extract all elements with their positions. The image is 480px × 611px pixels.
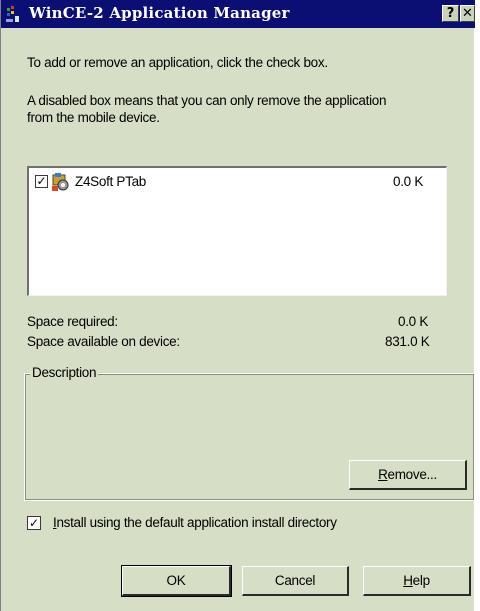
disabled-box-note-line1: A disabled box means that you can only r…	[27, 93, 387, 108]
space-available-value: 831.0 K	[385, 334, 430, 349]
app-size: 0.0 K	[393, 174, 424, 189]
application-setup-icon	[51, 172, 71, 192]
app-name: Z4Soft PTab	[75, 174, 146, 189]
cancel-button[interactable]: Cancel	[242, 566, 349, 596]
help-button[interactable]: Help	[363, 566, 471, 596]
install-default-label[interactable]: Install using the default application in…	[53, 515, 337, 530]
help-button-mnemonic: H	[403, 573, 413, 588]
ok-button[interactable]: OK	[121, 565, 232, 597]
help-question-icon[interactable]: ?	[442, 5, 459, 22]
install-default-checkbox[interactable]: ✓	[27, 516, 41, 530]
close-icon[interactable]: ✕	[460, 5, 475, 22]
windows-ce-logo-icon	[5, 4, 23, 24]
space-available-label: Space available on device:	[27, 334, 180, 349]
remove-button[interactable]: Remove...	[349, 460, 467, 490]
app-checkbox[interactable]: ✓	[35, 175, 48, 188]
install-default-label-text: nstall using the default application ins…	[56, 515, 337, 530]
instruction-text: To add or remove an application, click t…	[27, 55, 328, 70]
list-item[interactable]: ✓ Z4Soft PTab 0.0 K	[35, 172, 443, 194]
remove-button-mnemonic: R	[378, 467, 388, 482]
disabled-box-note-line2: from the mobile device.	[27, 110, 160, 125]
space-required-label: Space required:	[27, 314, 118, 329]
application-list[interactable]: ✓ Z4Soft PTab 0.0 K	[27, 166, 447, 296]
remove-button-label: emove...	[387, 467, 438, 482]
title-bar[interactable]: WinCE-2 Application Manager ? ✕	[1, 0, 475, 28]
space-required-value: 0.0 K	[398, 314, 429, 329]
application-manager-dialog: WinCE-2 Application Manager ? ✕ To add o…	[0, 0, 475, 611]
help-button-label: elp	[412, 573, 430, 588]
description-legend: Description	[30, 365, 99, 380]
window-title: WinCE-2 Application Manager	[29, 4, 290, 22]
